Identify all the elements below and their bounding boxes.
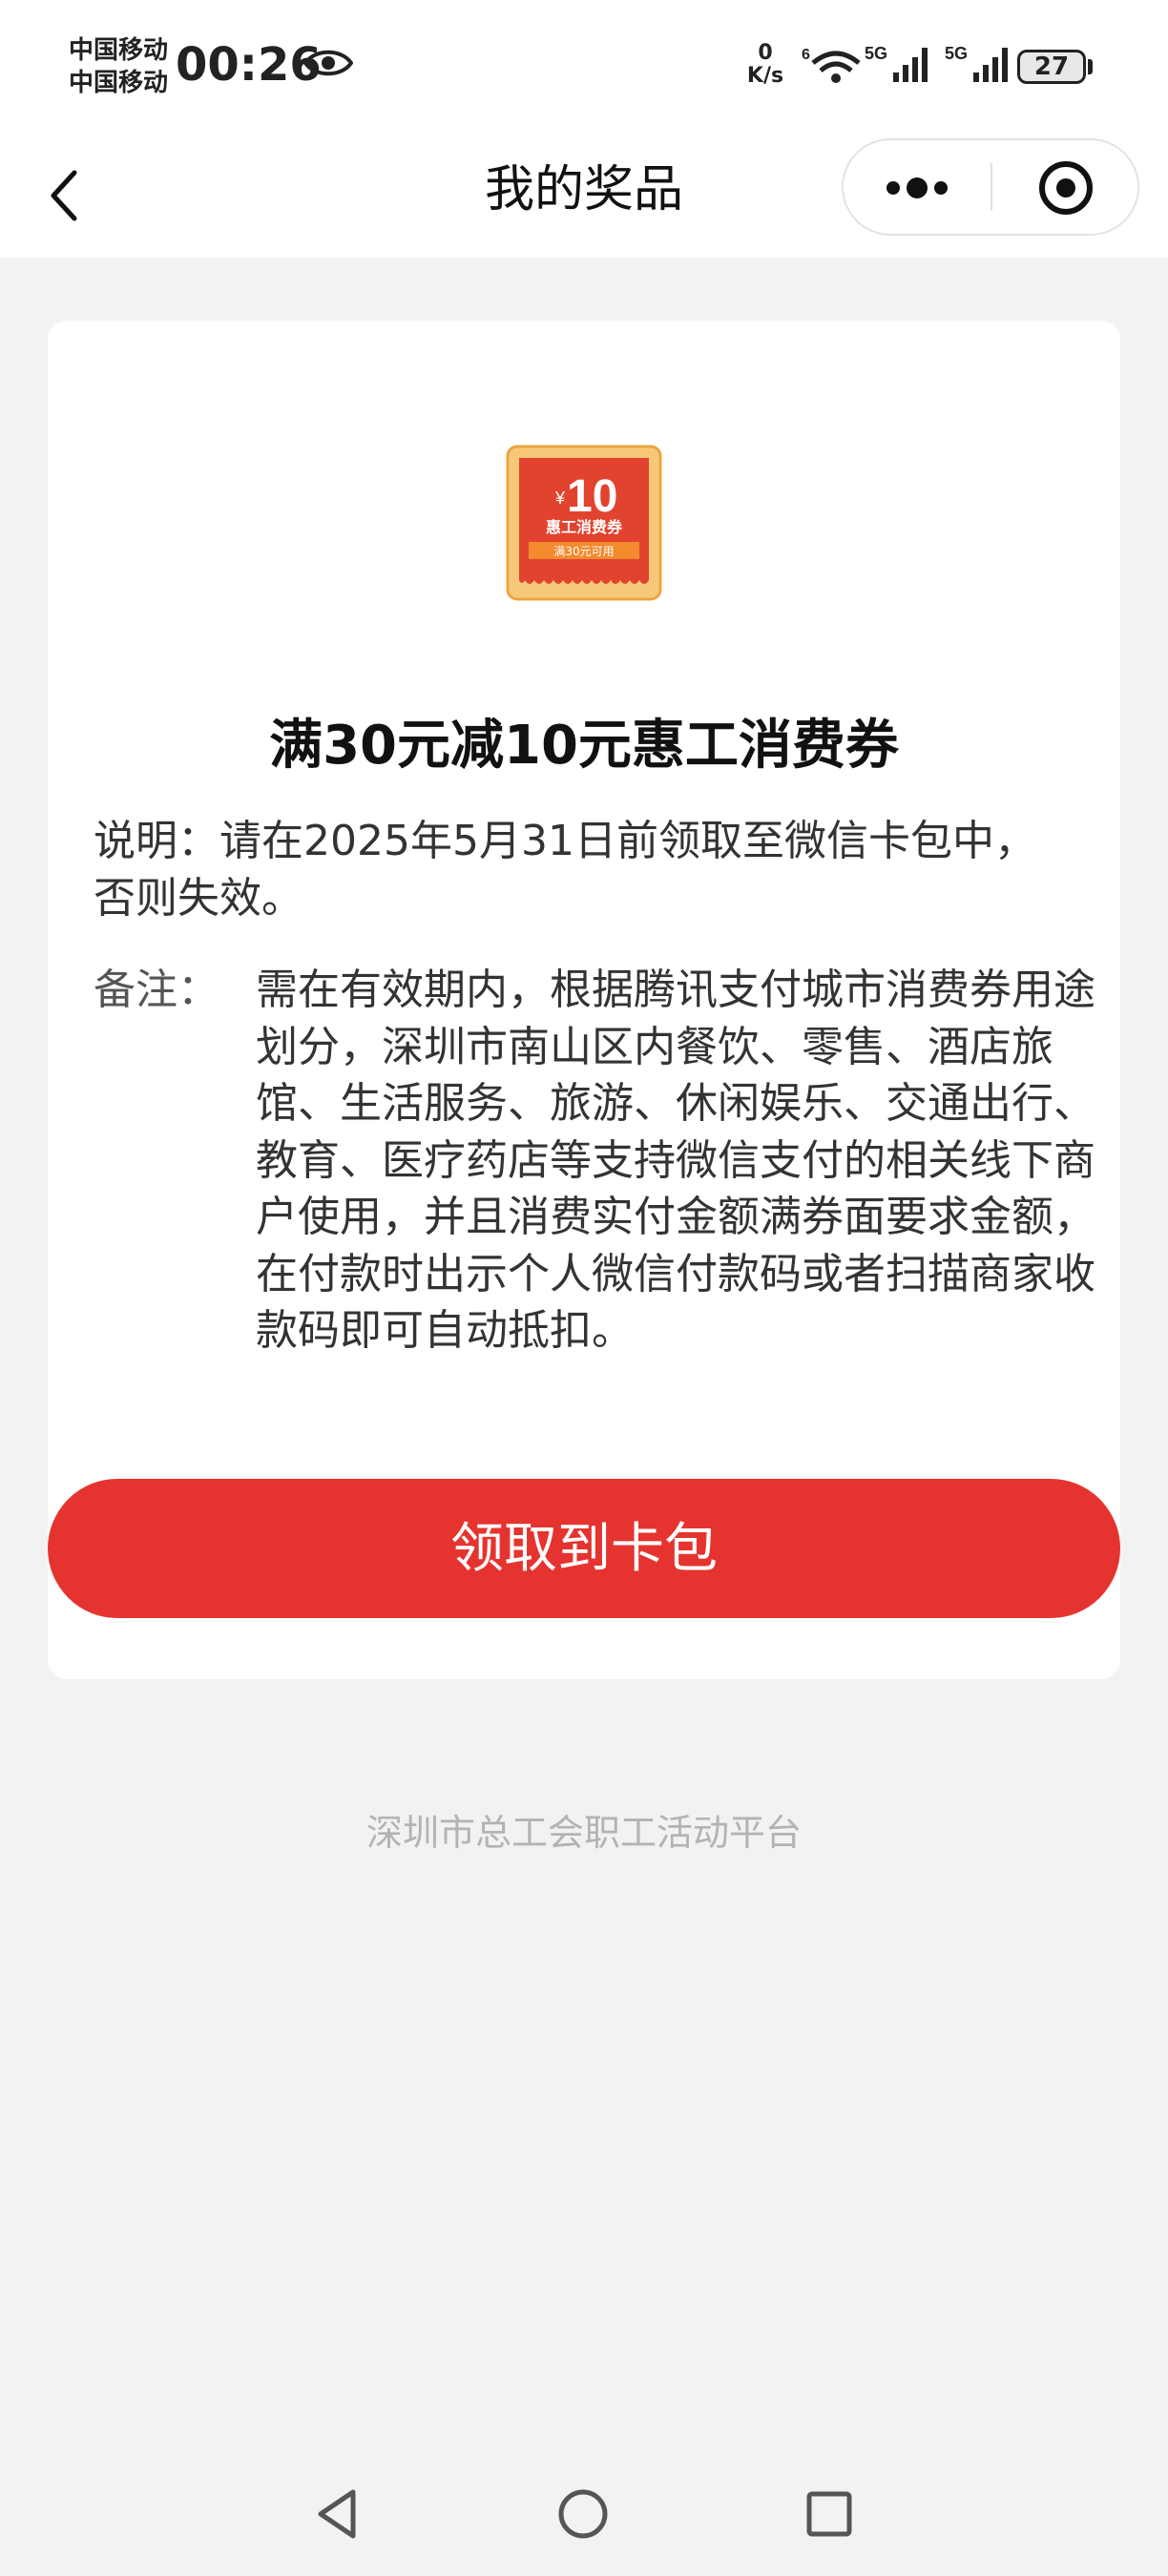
net-speed-unit: K/s (746, 64, 784, 88)
coupon-amount: 10 (567, 471, 617, 522)
sim2-label: 5G (945, 44, 968, 63)
system-back-icon[interactable] (305, 2481, 372, 2547)
prize-description: 说明：请在2025年5月31日前领取至微信卡包中，否则失效。 (94, 817, 1036, 923)
battery-tip (1088, 59, 1093, 74)
system-recents-icon[interactable] (796, 2481, 863, 2547)
signal-sim2-icon: 5G (945, 44, 1008, 82)
coupon-image: ¥ 10 惠工消费券 满30元可用 (506, 445, 662, 601)
net-speed-value: 0 (758, 41, 773, 65)
footer-text: 深圳市总工会职工活动平台 (365, 1812, 802, 1854)
status-time: 00:26 (176, 38, 322, 92)
more-dots-icon[interactable] (844, 140, 991, 234)
carrier-2: 中国移动 (69, 69, 169, 97)
close-target-icon[interactable] (994, 140, 1137, 234)
coupon-currency: ¥ (554, 488, 566, 508)
net-speed: 0 K/s (744, 42, 786, 88)
sim1-label: 5G (865, 44, 887, 63)
remark-text: 需在有效期内，根据腾讯支付城市消费券用途划分，深圳市南山区内餐饮、零售、酒店旅馆… (256, 966, 1095, 1355)
claim-to-card-wallet-button[interactable]: 领取到卡包 (48, 1479, 1120, 1618)
wifi-icon: 6 (802, 47, 861, 83)
coupon-name: 惠工消费券 (546, 518, 623, 536)
status-bar: 中国移动 中国移动 00:26 0 K/s 6 5G 5G 27 (0, 0, 1168, 138)
system-home-icon[interactable] (550, 2481, 616, 2547)
carrier-labels: 中国移动 中国移动 (69, 34, 168, 99)
nav-bar: 我的奖品 (0, 138, 1168, 258)
remark-label: 备注： (94, 966, 219, 1014)
capsule-divider (991, 163, 992, 211)
prize-title: 满30元减10元惠工消费券 (269, 715, 899, 777)
system-nav-bar (0, 2462, 1168, 2576)
prize-card: ¥ 10 惠工消费券 满30元可用 满30元减10元惠工消费券 说明：请在202… (48, 321, 1120, 1679)
coupon-condition: 满30元可用 (553, 545, 614, 558)
back-chevron-icon[interactable] (38, 157, 95, 234)
signal-sim1-icon: 5G (865, 44, 928, 82)
wifi-badge: 6 (802, 47, 810, 63)
battery-icon: 27 (1017, 50, 1086, 84)
carrier-1: 中国移动 (69, 36, 169, 65)
eye-icon (303, 50, 353, 76)
capsule-menu (842, 138, 1139, 236)
